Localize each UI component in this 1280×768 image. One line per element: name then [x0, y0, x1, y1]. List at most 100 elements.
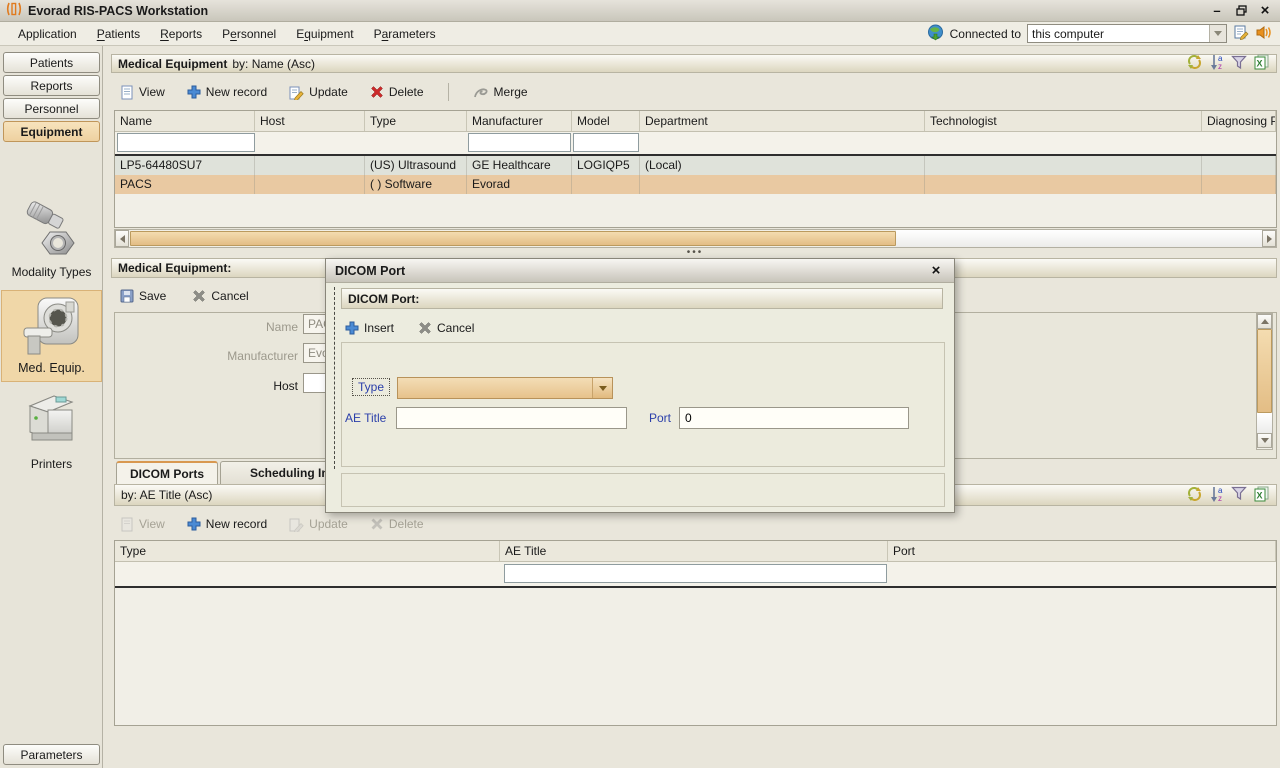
menu-item-equipment[interactable]: Equipment — [286, 24, 363, 44]
table-row[interactable]: PACS ( ) SoftwareEvorad — [115, 175, 1276, 194]
table-row[interactable]: LP5-64480SU7(US) UltrasoundGE Healthcare… — [115, 156, 1276, 175]
scroll-right-icon[interactable] — [1262, 230, 1276, 247]
modality-types-label[interactable]: Modality Types — [0, 265, 103, 279]
dialog-title-bar[interactable]: DICOM Port × — [326, 259, 954, 283]
connection-select[interactable]: this computer — [1027, 24, 1227, 43]
vertical-scrollbar[interactable] — [1256, 313, 1273, 450]
column-header-host[interactable]: Host — [255, 111, 365, 131]
combo-chevron-down-icon[interactable] — [592, 378, 612, 398]
table-cell: ( ) Software — [365, 175, 467, 194]
dialog-cancel-button[interactable]: Cancel — [418, 321, 474, 335]
dialog-close-icon[interactable]: × — [927, 263, 945, 279]
dialog-header-bar: DICOM Port: — [341, 288, 943, 309]
sidebar-button-parameters[interactable]: Parameters — [3, 744, 100, 765]
ports-column-header-port[interactable]: Port — [888, 541, 1276, 561]
ports-column-header-type[interactable]: Type — [115, 541, 500, 561]
port-field[interactable] — [679, 407, 909, 429]
table-cell — [1202, 175, 1276, 194]
modality-types-icon[interactable] — [23, 200, 79, 265]
update-button[interactable]: Update — [289, 85, 348, 100]
column-header-diagnosing-physician[interactable]: Diagnosing Physician — [1202, 111, 1276, 131]
filter-input-ae-title[interactable] — [504, 564, 887, 583]
svg-text:z: z — [1218, 494, 1222, 502]
connection-value: this computer — [1028, 27, 1209, 41]
close-button[interactable]: × — [1256, 3, 1274, 19]
column-header-department[interactable]: Department — [640, 111, 925, 131]
equipment-list-sort: by: Name (Asc) — [232, 57, 315, 71]
printers-label[interactable]: Printers — [0, 457, 103, 471]
filter-input-manufacturer[interactable] — [468, 133, 571, 152]
table-cell: (US) Ultrasound — [365, 156, 467, 175]
ports-sort-az-icon[interactable]: az — [1210, 486, 1224, 505]
title-bar: Evorad RIS-PACS Workstation – × — [0, 0, 1280, 22]
horizontal-scrollbar[interactable] — [114, 229, 1277, 248]
scroll-down-icon[interactable] — [1257, 433, 1272, 448]
sidebar-button-reports[interactable]: Reports — [3, 75, 100, 96]
vscrollbar-thumb[interactable] — [1257, 329, 1272, 413]
table-cell: Evorad — [467, 175, 572, 194]
excel-export-icon[interactable]: X — [1254, 54, 1270, 73]
ports-refresh-icon[interactable] — [1186, 486, 1203, 505]
app-icon — [6, 2, 22, 19]
column-header-name[interactable]: Name — [115, 111, 255, 131]
menu-item-parameters[interactable]: Parameters — [364, 24, 446, 44]
ports-new-record-button[interactable]: New record — [187, 517, 267, 531]
column-header-technologist[interactable]: Technologist — [925, 111, 1202, 131]
ports-delete-button: Delete — [370, 517, 424, 531]
scroll-up-icon[interactable] — [1257, 314, 1272, 329]
equipment-filter-row — [115, 132, 1276, 154]
column-header-type[interactable]: Type — [365, 111, 467, 131]
printers-icon[interactable] — [22, 388, 80, 455]
sidebar-button-personnel[interactable]: Personnel — [3, 98, 100, 119]
scroll-left-icon[interactable] — [115, 230, 129, 247]
menu-item-reports[interactable]: Reports — [150, 24, 212, 44]
ports-filter-icon[interactable] — [1231, 486, 1247, 504]
menu-item-personnel[interactable]: Personnel — [212, 24, 286, 44]
filter-icon[interactable] — [1231, 55, 1247, 73]
svg-text:X: X — [1257, 490, 1263, 500]
table-cell — [255, 156, 365, 175]
scrollbar-thumb[interactable] — [130, 231, 896, 246]
cancel-button[interactable]: Cancel — [192, 289, 248, 303]
merge-button[interactable]: Merge — [473, 85, 528, 99]
sidebar-button-equipment[interactable]: Equipment — [3, 121, 100, 142]
sort-az-icon[interactable]: az — [1210, 54, 1224, 73]
splitter-handle[interactable]: ••• — [650, 247, 740, 258]
ports-table-separator — [115, 586, 1276, 588]
delete-button[interactable]: Delete — [370, 85, 424, 99]
tab-dicom-ports[interactable]: DICOM Ports — [116, 461, 218, 484]
name-field-label: Name — [150, 317, 298, 334]
column-header-model[interactable]: Model — [572, 111, 640, 131]
edit-note-icon[interactable] — [1233, 24, 1249, 43]
column-header-manufacturer[interactable]: Manufacturer — [467, 111, 572, 131]
connection-area: Connected to this computer — [927, 24, 1272, 44]
save-button[interactable]: Save — [120, 289, 166, 303]
filter-input-name[interactable] — [117, 133, 255, 152]
dicom-port-dialog: DICOM Port × DICOM Port: Insert Cancel T… — [325, 258, 955, 513]
scrollbar-track[interactable] — [896, 230, 1262, 247]
vscrollbar-track[interactable] — [1257, 413, 1272, 433]
ae-title-field[interactable] — [396, 407, 627, 429]
sidebar-button-patients[interactable]: Patients — [3, 52, 100, 73]
med-equip-label[interactable]: Med. Equip. — [0, 361, 103, 375]
type-combobox[interactable] — [397, 377, 613, 399]
menu-item-patients[interactable]: Patients — [87, 24, 150, 44]
minimize-button[interactable]: – — [1208, 3, 1226, 19]
speaker-icon[interactable] — [1255, 25, 1272, 43]
chevron-down-icon[interactable] — [1209, 25, 1226, 42]
dialog-header: DICOM Port: — [348, 292, 419, 306]
ports-column-header-ae-title[interactable]: AE Title — [500, 541, 888, 561]
menu-item-application[interactable]: Application — [8, 24, 87, 44]
view-button[interactable]: View — [120, 85, 165, 100]
restore-button[interactable] — [1232, 3, 1250, 19]
new-record-button[interactable]: New record — [187, 85, 267, 99]
ports-excel-export-icon[interactable]: X — [1254, 486, 1270, 505]
refresh-icon[interactable] — [1186, 54, 1203, 73]
table-cell: PACS — [115, 175, 255, 194]
filter-input-model[interactable] — [573, 133, 639, 152]
table-cell — [925, 175, 1202, 194]
med-equip-icon[interactable] — [22, 296, 80, 361]
insert-button[interactable]: Insert — [345, 321, 394, 335]
dialog-drag-edge — [334, 287, 335, 469]
table-cell — [572, 175, 640, 194]
